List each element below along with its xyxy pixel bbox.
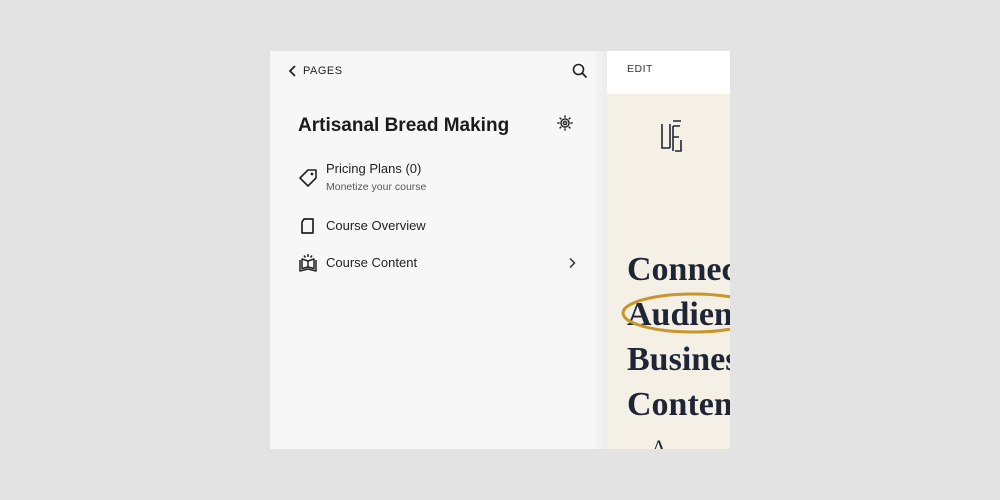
book-icon bbox=[299, 254, 317, 272]
pricing-plans-label: Pricing Plans (0) bbox=[326, 161, 422, 176]
course-content-label: Course Content bbox=[326, 255, 418, 270]
edit-bar: EDIT bbox=[607, 51, 730, 94]
hero-headline: Connect Audience Business Content bbox=[627, 251, 730, 423]
pricing-plans-subtitle: Monetize your course bbox=[326, 181, 427, 193]
back-to-pages-button[interactable]: PAGES bbox=[288, 63, 343, 79]
pages-panel: PAGES Artisanal Bread Making Pricing Pla… bbox=[270, 51, 608, 449]
back-label: PAGES bbox=[303, 65, 343, 77]
site-preview[interactable]: EDIT Connect Audience Business Content A… bbox=[607, 51, 730, 449]
page-icon bbox=[301, 218, 314, 234]
highlight-oval-icon bbox=[621, 292, 730, 334]
hero-subtext: A... bbox=[651, 435, 684, 449]
chevron-left-icon bbox=[288, 65, 296, 77]
search-icon[interactable] bbox=[572, 63, 588, 79]
sidebar-item-pricing-plans[interactable]: Pricing Plans (0) Monetize your course bbox=[298, 161, 578, 195]
sidebar-item-course-overview[interactable]: Course Overview bbox=[298, 216, 578, 236]
tag-icon bbox=[299, 169, 317, 187]
chevron-right-icon[interactable] bbox=[566, 257, 578, 269]
edit-button[interactable]: EDIT bbox=[627, 63, 653, 75]
sidebar-item-course-content[interactable]: Course Content bbox=[298, 253, 578, 273]
panel-shadow bbox=[592, 51, 608, 449]
course-title: Artisanal Bread Making bbox=[298, 115, 510, 136]
gear-icon[interactable] bbox=[556, 114, 574, 132]
app-frame: PAGES Artisanal Bread Making Pricing Pla… bbox=[270, 51, 730, 449]
course-overview-label: Course Overview bbox=[326, 218, 426, 233]
site-logo-icon bbox=[661, 120, 682, 152]
